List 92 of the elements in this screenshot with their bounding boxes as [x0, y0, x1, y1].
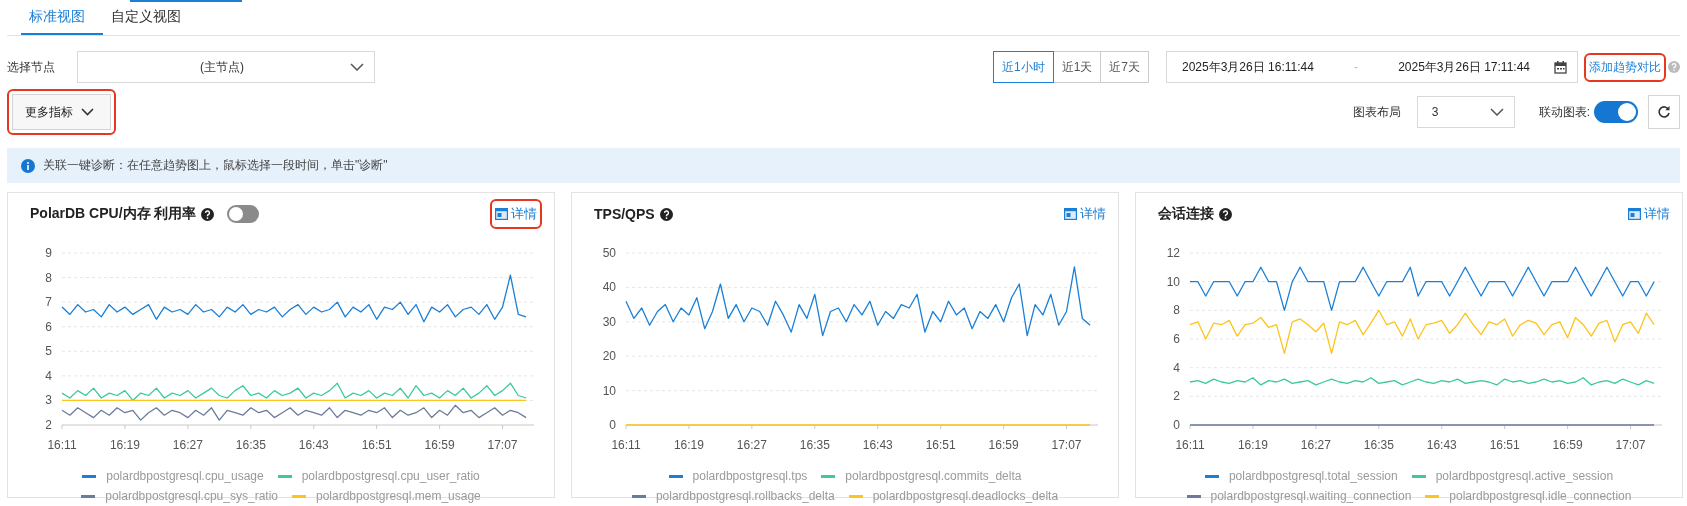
add-compare-link[interactable]: 添加趋势对比 — [1589, 58, 1661, 76]
axis-label: 16:51 — [361, 438, 392, 452]
axis-label: 16:27 — [172, 438, 203, 452]
axis-label: 16:19 — [673, 438, 704, 452]
axis-label: 4 — [1173, 360, 1180, 375]
calendar-icon — [1554, 60, 1567, 74]
axis-label: 6 — [45, 319, 52, 334]
axis-label: 7 — [45, 295, 52, 310]
legend-label[interactable]: polardbpostgresql.tps — [692, 469, 808, 483]
legend-label[interactable]: polardbpostgresql.deadlocks_delta — [872, 489, 1059, 503]
axis-label: 16:19 — [109, 438, 140, 452]
axis-label: 16:27 — [1300, 438, 1331, 452]
axis-label: 16:11 — [611, 438, 641, 452]
axis-label: 30 — [602, 314, 616, 329]
chart-title: TPS/QPS — [594, 206, 655, 222]
axis-label: 16:19 — [1237, 438, 1268, 452]
chevron-down-icon — [81, 108, 94, 116]
time-range-button[interactable]: 近7天 — [1100, 51, 1149, 83]
axis-label: 9 — [45, 246, 52, 260]
legend-label[interactable]: polardbpostgresql.cpu_user_ratio — [301, 469, 480, 483]
node-label: 选择节点 — [7, 58, 55, 76]
window-icon — [1064, 208, 1077, 220]
axis-label: 16:11 — [1175, 438, 1205, 452]
more-metrics-button[interactable]: 更多指标 — [12, 94, 111, 130]
axis-label: 12 — [1166, 246, 1180, 260]
axis-label: 8 — [45, 270, 52, 285]
axis-label: 16:43 — [298, 438, 329, 452]
axis-label: 17:07 — [1615, 438, 1646, 452]
axis-label: 40 — [602, 280, 616, 295]
chart-toggle[interactable] — [227, 205, 260, 223]
linked-charts-switch[interactable] — [1594, 101, 1638, 123]
axis-label: 17:07 — [487, 438, 518, 452]
axis-label: 16:59 — [424, 438, 455, 452]
node-select[interactable]: (主节点) — [77, 51, 375, 83]
axis-label: 16:43 — [862, 438, 893, 452]
axis-label: 20 — [602, 349, 616, 364]
axis-label: 16:59 — [988, 438, 1019, 452]
legend-label[interactable]: polardbpostgresql.waiting_connection — [1210, 489, 1412, 503]
legend-label[interactable]: polardbpostgresql.rollbacks_delta — [655, 489, 835, 503]
refresh-icon — [1657, 105, 1671, 119]
axis-label: 0 — [1173, 418, 1180, 432]
help-icon[interactable] — [659, 207, 673, 221]
axis-label: 16:43 — [1426, 438, 1457, 452]
legend-label[interactable]: polardbpostgresql.cpu_usage — [106, 469, 264, 483]
view-tab[interactable]: 标准视图 — [21, 0, 103, 35]
view-tab[interactable]: 自定义视图 — [103, 0, 199, 35]
axis-label: 10 — [1166, 274, 1180, 289]
axis-label: 0 — [609, 418, 616, 432]
chart-title: PolarDB CPU/内存 利用率 — [30, 205, 197, 223]
axis-label: 17:07 — [1051, 438, 1082, 452]
axis-label: 16:51 — [1489, 438, 1520, 452]
refresh-button[interactable] — [1648, 95, 1680, 129]
axis-label: 50 — [602, 246, 616, 260]
axis-label: 16:35 — [235, 438, 266, 452]
time-range-button[interactable]: 近1天 — [1052, 51, 1102, 83]
axis-label: 4 — [45, 368, 52, 383]
legend-label[interactable]: polardbpostgresql.active_session — [1435, 469, 1614, 483]
axis-label: 10 — [602, 383, 616, 398]
axis-label: 2 — [1173, 389, 1180, 404]
detail-link[interactable]: 详情 — [1628, 205, 1670, 223]
detail-link[interactable]: 详情 — [495, 205, 537, 223]
axis-label: 16:59 — [1552, 438, 1583, 452]
axis-label: 16:35 — [799, 438, 830, 452]
axis-label: 16:35 — [1363, 438, 1394, 452]
axis-label: 16:11 — [47, 438, 77, 452]
legend-label[interactable]: polardbpostgresql.cpu_sys_ratio — [105, 489, 278, 503]
layout-select[interactable]: 3 — [1416, 96, 1515, 128]
notice-text: 关联一键诊断：在任意趋势图上，鼠标选择一段时间，单击"诊断" — [43, 157, 388, 174]
axis-label: 3 — [45, 393, 52, 408]
detail-link[interactable]: 详情 — [1064, 205, 1106, 223]
axis-label: 2 — [45, 418, 52, 432]
layout-label: 图表布局 — [1352, 103, 1401, 121]
time-range-button[interactable]: 近1小时 — [992, 51, 1054, 83]
axis-label: 8 — [1173, 303, 1180, 318]
chevron-down-icon — [350, 63, 364, 71]
window-icon — [1628, 208, 1641, 220]
chart-title: 会话连接 — [1158, 205, 1214, 223]
info-icon — [21, 158, 35, 173]
date-range-field[interactable]: 2025年3月26日 16:11:44 - 2025年3月26日 17:11:44 — [1166, 51, 1578, 83]
chevron-down-icon — [1489, 108, 1504, 116]
axis-label: 6 — [1173, 332, 1180, 346]
axis-label: 16:51 — [925, 438, 956, 452]
axis-label: 16:27 — [736, 438, 767, 452]
legend-label[interactable]: polardbpostgresql.idle_connection — [1449, 489, 1632, 503]
legend-label[interactable]: polardbpostgresql.mem_usage — [316, 489, 481, 503]
axis-label: 5 — [45, 344, 52, 359]
help-icon[interactable] — [1219, 207, 1232, 221]
help-icon[interactable] — [201, 207, 215, 221]
window-icon — [495, 208, 508, 220]
linked-charts-label: 联动图表: — [1538, 103, 1590, 121]
legend-label[interactable]: polardbpostgresql.total_session — [1228, 469, 1398, 483]
legend-label[interactable]: polardbpostgresql.commits_delta — [845, 469, 1022, 483]
